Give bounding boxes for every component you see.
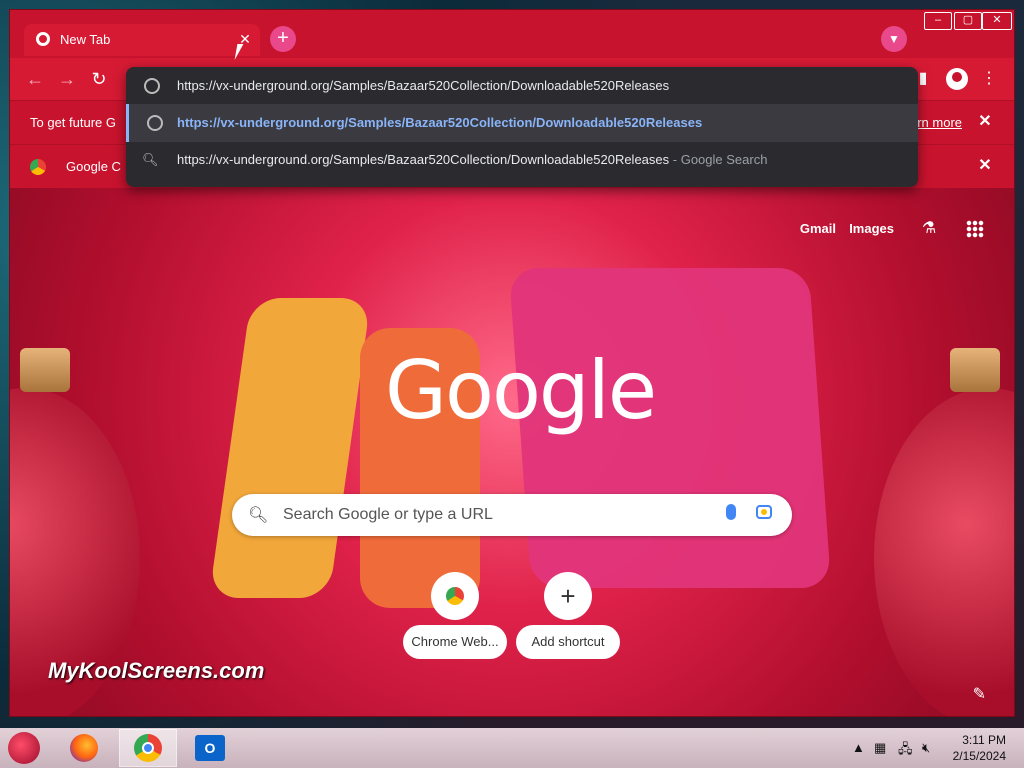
tab-title: New Tab: [60, 32, 111, 47]
title-bar: New Tab ✕ + ▼ – ▢ ✕: [10, 10, 1014, 58]
ntp-search-box[interactable]: 🔍︎ Search Google or type a URL: [232, 494, 792, 536]
suggestion-search-line: https://vx-underground.org/Samples/Bazaa…: [177, 152, 767, 167]
close-window-button[interactable]: ✕: [982, 12, 1012, 30]
apps-grid-icon[interactable]: [966, 220, 984, 238]
voice-search-mic-icon[interactable]: [726, 504, 736, 520]
plus-icon: +: [560, 581, 576, 611]
suggestion-text: https://vx-underground.org/Samples/Bazaa…: [177, 115, 703, 130]
back-button[interactable]: ←: [24, 68, 46, 90]
omnibox-input[interactable]: https://vx-underground.org/Samples/Bazaa…: [177, 78, 669, 93]
shortcut-label[interactable]: Chrome Web...: [403, 625, 507, 659]
globe-icon: [144, 78, 160, 94]
google-logo: Google: [385, 344, 657, 437]
google-lens-icon[interactable]: [756, 505, 772, 519]
clock-date: 2/15/2024: [952, 749, 1006, 763]
clock-time: 3:11 PM: [962, 733, 1006, 747]
new-tab-button[interactable]: +: [270, 26, 296, 52]
ornament-right-image: [874, 388, 1014, 716]
new-tab-page: Gmail Images ⚗ Google 🔍︎ Search Google o…: [10, 188, 1014, 716]
suggestion-text: https://vx-underground.org/Samples/Bazaa…: [177, 152, 670, 167]
chrome-icon: [134, 734, 162, 762]
omnibox-input-row[interactable]: https://vx-underground.org/Samples/Bazaa…: [126, 67, 918, 105]
start-button[interactable]: [8, 732, 40, 764]
shortcut-label[interactable]: Add shortcut: [516, 625, 620, 659]
tray-overflow-icon[interactable]: ▲: [852, 740, 865, 755]
labs-flask-icon[interactable]: ⚗: [920, 218, 938, 238]
ornament-cap-left: [20, 348, 70, 392]
tab-search-button[interactable]: ▼: [881, 26, 907, 52]
search-icon: 🔍︎: [142, 152, 159, 167]
infobar2-text: Google C: [66, 159, 121, 174]
omnibox-suggestion-url[interactable]: https://vx-underground.org/Samples/Bazaa…: [126, 104, 918, 142]
ornament-cap-right: [950, 348, 1000, 392]
network-icon[interactable]: 🖧: [898, 740, 913, 762]
globe-icon: [147, 115, 163, 131]
browser-window: New Tab ✕ + ▼ – ▢ ✕ ← → ↻ ▮ ⋮ To get fut…: [10, 10, 1014, 716]
taskbar-chrome[interactable]: [119, 729, 177, 767]
search-icon: 🔍︎: [248, 507, 269, 524]
infobar-close-button[interactable]: ✕: [976, 113, 994, 131]
taskbar-outlook[interactable]: O: [182, 730, 238, 766]
new-year-artwork: [208, 268, 832, 628]
profile-avatar[interactable]: [946, 68, 968, 90]
tray-action-center-icon[interactable]: ▦: [874, 740, 886, 756]
infobar2-close-button[interactable]: ✕: [976, 157, 994, 175]
tab-new-tab[interactable]: New Tab ✕: [24, 24, 260, 56]
firefox-icon: [70, 734, 98, 762]
maximize-button[interactable]: ▢: [954, 12, 982, 30]
omnibox-suggestion-search[interactable]: 🔍︎ https://vx-underground.org/Samples/Ba…: [126, 141, 918, 179]
infobar-text: To get future G: [30, 115, 116, 130]
taskbar-firefox[interactable]: [56, 730, 112, 766]
volume-muted-icon[interactable]: 🔇︎: [922, 740, 930, 756]
minimize-button[interactable]: –: [924, 12, 952, 30]
chrome-favicon-icon: [36, 32, 50, 46]
menu-kebab-icon[interactable]: ⋮: [978, 68, 1000, 90]
gmail-link[interactable]: Gmail: [800, 221, 836, 236]
taskbar: O ▲ ▦ 🖧 🔇︎ 3:11 PM 2/15/2024: [0, 728, 1024, 768]
system-clock[interactable]: 3:11 PM 2/15/2024: [953, 732, 1006, 764]
chrome-icon: [446, 587, 464, 605]
add-shortcut-button[interactable]: +: [544, 572, 592, 620]
chrome-icon: [30, 159, 46, 175]
images-link[interactable]: Images: [849, 221, 894, 236]
suggestion-suffix: - Google Search: [672, 152, 768, 167]
outlook-icon: O: [195, 735, 225, 761]
watermark-text: MyKoolScreens.com: [48, 658, 265, 683]
customize-pencil-icon[interactable]: ✎: [973, 684, 986, 704]
artwork-letter-n: [208, 298, 372, 598]
reload-button[interactable]: ↻: [88, 68, 110, 90]
forward-button[interactable]: →: [56, 68, 78, 90]
shortcut-chrome-web-store[interactable]: [431, 572, 479, 620]
search-placeholder: Search Google or type a URL: [283, 506, 493, 523]
omnibox-dropdown: https://vx-underground.org/Samples/Bazaa…: [126, 67, 918, 187]
